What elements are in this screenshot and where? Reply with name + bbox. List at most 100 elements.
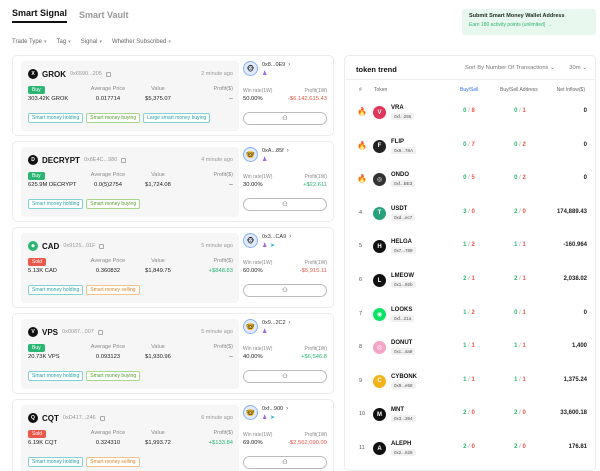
- table-row[interactable]: 🔥 ◎ ONDO 0xf...BE3 0 / 5 0 / 2 0: [345, 167, 595, 200]
- chevron-right-icon: ›: [286, 148, 289, 154]
- avatar[interactable]: 🤓: [243, 405, 258, 420]
- side-badge: Sold: [28, 430, 47, 438]
- avg-price-label: Average Price: [90, 86, 126, 92]
- token-symbol[interactable]: ONDO: [391, 172, 409, 178]
- token-logo-icon: Q: [28, 413, 38, 423]
- table-row[interactable]: 🔥 F FLIP 0x8...78A 0 / 7 0 / 2 0: [345, 134, 595, 167]
- filter-signal[interactable]: Signal ▾: [81, 39, 102, 45]
- wallet-block: 🤓 0x9...2C2 › ♟ Win rate(1W) Profit(1W) 4…: [243, 319, 331, 389]
- copy-icon[interactable]: [105, 71, 111, 77]
- avatar[interactable]: 🐵: [243, 233, 258, 248]
- copy-icon[interactable]: [99, 243, 105, 249]
- copy-icon[interactable]: [97, 329, 103, 335]
- table-row[interactable]: 6 L LMEOW 0x1...92b 2 / 1 2 / 1 2,038.02: [345, 268, 595, 301]
- avatar[interactable]: 🤓: [243, 147, 258, 162]
- filter-tag[interactable]: Tag ▾: [57, 39, 71, 45]
- col-buy-sell[interactable]: Buy/Sell: [460, 87, 478, 93]
- add-user-icon: ⚇: [282, 202, 288, 208]
- wallet-address[interactable]: 0x3...CA9 ›: [262, 234, 291, 240]
- wallet-address[interactable]: 0x9...2C2 ›: [262, 320, 291, 326]
- chevron-down-icon: ▾: [168, 39, 171, 45]
- token-symbol[interactable]: FLIP: [391, 139, 404, 145]
- copy-icon[interactable]: [99, 415, 105, 421]
- signal-tag[interactable]: Smart money selling: [86, 285, 140, 295]
- signal-card[interactable]: Q CQT 0xD417...246 6 minute ago Sold Ave…: [12, 399, 334, 471]
- token-address[interactable]: 0x8...78A: [391, 146, 417, 154]
- avatar[interactable]: 🤓: [243, 319, 258, 334]
- signal-tag[interactable]: Smart money holding: [28, 457, 84, 467]
- signal-tag[interactable]: Smart money holding: [28, 113, 84, 123]
- token-address[interactable]: 0x1...92b: [391, 281, 416, 288]
- token-address[interactable]: 0x9...e58: [391, 381, 416, 389]
- token-address[interactable]: 0x3...354: [391, 415, 416, 423]
- signal-tag[interactable]: Smart money buying: [86, 199, 141, 209]
- token-symbol[interactable]: CQT: [42, 414, 59, 423]
- banner-subtitle[interactable]: Earn 180 activity points (unlimited) →: [469, 22, 589, 28]
- tab-smart-vault[interactable]: Smart Vault: [79, 10, 129, 23]
- signal-tag[interactable]: Smart money buying: [86, 371, 141, 381]
- telegram-icon[interactable]: ➤: [270, 414, 275, 421]
- token-symbol[interactable]: DONUT: [391, 340, 412, 346]
- signal-tag[interactable]: Smart money holding: [28, 285, 84, 295]
- signal-card[interactable]: V VPS 0x0087...007 5 minute ago Buy Aver…: [12, 313, 334, 394]
- token-address[interactable]: 0xf...255: [391, 113, 415, 120]
- token-symbol[interactable]: USDT: [391, 206, 407, 212]
- token-address[interactable]: 0xf...21a: [391, 314, 415, 322]
- table-row[interactable]: 10 M MNT 0x3...354 2 / 0 2 / 0 33,600.18: [345, 402, 595, 435]
- wallet-address[interactable]: 0xf...900 ›: [262, 406, 288, 412]
- table-row[interactable]: 11 A ALEPH 0x2...628 2 / 0 2 / 0 176.81: [345, 436, 595, 469]
- signal-tag[interactable]: Smart money holding: [28, 371, 84, 381]
- sell-address-count: 0: [522, 208, 526, 215]
- signal-tag[interactable]: Smart money buying: [86, 113, 141, 123]
- follow-button[interactable]: ⚇: [243, 112, 327, 125]
- token-address[interactable]: 0x7...789: [391, 247, 416, 255]
- filter-trade-type[interactable]: Trade Type ▾: [12, 39, 47, 45]
- token-symbol[interactable]: DECRYPT: [42, 156, 80, 165]
- col-buy-sell-address[interactable]: Buy/Sell Address: [500, 87, 538, 93]
- submit-wallet-banner[interactable]: Submit Smart Money Wallet Address Earn 1…: [462, 9, 596, 35]
- copy-icon[interactable]: [121, 157, 127, 163]
- token-logo-icon: H: [373, 240, 386, 254]
- signal-card[interactable]: X GROK 0x6590...205 2 minute ago Buy Ave…: [12, 55, 334, 136]
- follow-button[interactable]: ⚇: [243, 370, 327, 383]
- signal-tag[interactable]: Smart money holding: [28, 199, 84, 209]
- table-row[interactable]: 9 C CYBONK 0x9...e58 1 / 1 1 / 1 1,375.2…: [345, 369, 595, 402]
- token-symbol[interactable]: LMEOW: [391, 273, 414, 279]
- signal-tag[interactable]: Smart money selling: [86, 457, 140, 467]
- token-symbol[interactable]: LOOKS: [391, 307, 412, 313]
- token-address[interactable]: 0x2...628: [391, 449, 416, 456]
- follow-button[interactable]: ⚇: [243, 284, 327, 297]
- follow-button[interactable]: ⚇: [243, 198, 327, 211]
- token-symbol[interactable]: CYBONK: [391, 374, 417, 380]
- token-address[interactable]: 0xf...BE3: [391, 180, 416, 188]
- table-row[interactable]: 5 H HELGA 0x7...789 1 / 2 1 / 1 -160.964: [345, 234, 595, 267]
- table-row[interactable]: 7 ◉ LOOKS 0xf...21a 1 / 2 0 / 1 0: [345, 302, 595, 335]
- col-net-inflow[interactable]: Net Inflow($): [557, 87, 585, 93]
- sell-address-count: 1: [522, 276, 526, 282]
- telegram-icon[interactable]: ➤: [270, 242, 275, 249]
- token-symbol[interactable]: VPS: [42, 328, 58, 337]
- wallet-address[interactable]: 0x8...0E9 ›: [262, 62, 290, 68]
- token-symbol[interactable]: GROK: [42, 70, 66, 79]
- buy-sell-address-count: 1 / 1: [505, 377, 535, 383]
- table-row[interactable]: 🔥 V VRA 0xf...255 0 / 8 0 / 1 0: [345, 100, 595, 133]
- token-address[interactable]: 0xc...4a9: [391, 348, 416, 356]
- signal-card[interactable]: ◆ CAD 0x9125...01F 5 minute ago Sold Ave…: [12, 227, 334, 308]
- avatar[interactable]: 🐵: [243, 61, 258, 76]
- tab-smart-signal[interactable]: Smart Signal: [12, 8, 68, 23]
- signal-tag[interactable]: Large smart money buying: [143, 113, 211, 123]
- filter-subscribed[interactable]: Whether Subscribed ▾: [112, 39, 171, 45]
- token-symbol[interactable]: VRA: [391, 105, 404, 111]
- wallet-address[interactable]: 0xA...85f ›: [262, 148, 289, 154]
- table-row[interactable]: 8 ◎ DONUT 0xc...4a9 1 / 1 1 / 1 1,400: [345, 335, 595, 368]
- sort-select[interactable]: Sort By Number Of Transactions ⌄: [465, 65, 555, 71]
- follow-button[interactable]: ⚇: [243, 456, 327, 469]
- signal-card[interactable]: D DECRYPT 0x8E4C...980 4 minute ago Buy …: [12, 141, 334, 222]
- token-address[interactable]: 0xd...ec7: [391, 213, 416, 221]
- table-row[interactable]: 4 T USDT 0xd...ec7 3 / 0 2 / 0 174,889.4…: [345, 201, 595, 234]
- interval-select[interactable]: 30m ⌄: [569, 65, 587, 71]
- token-symbol[interactable]: MNT: [391, 407, 404, 413]
- token-symbol[interactable]: CAD: [42, 242, 59, 251]
- token-symbol[interactable]: ALEPH: [391, 441, 411, 447]
- token-symbol[interactable]: HELGA: [391, 239, 412, 245]
